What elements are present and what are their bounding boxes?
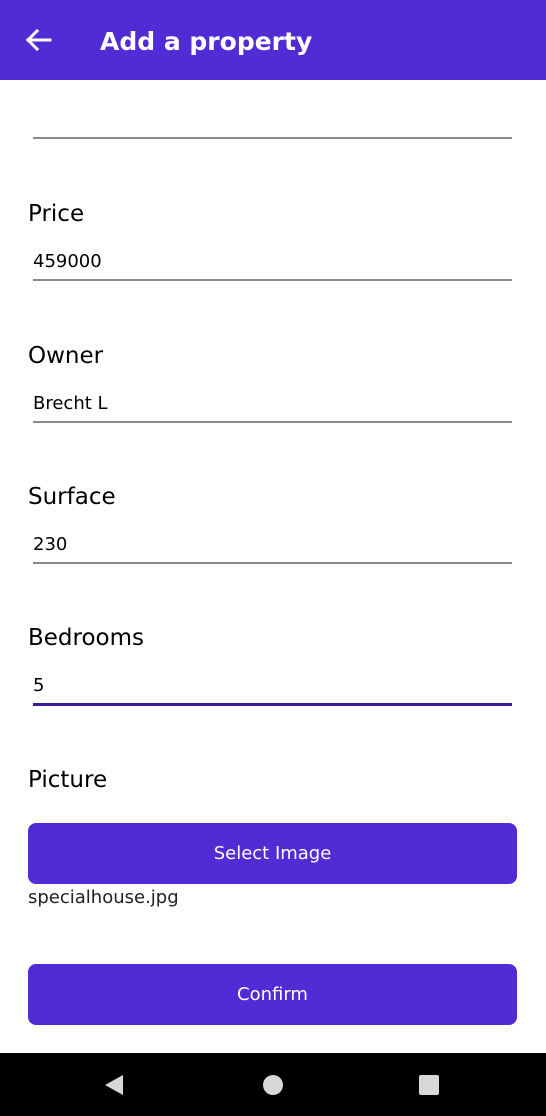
- surface-underline: [33, 562, 512, 564]
- owner-underline: [33, 421, 512, 423]
- nav-back-button[interactable]: [92, 1063, 136, 1107]
- top-field-input[interactable]: [33, 100, 512, 132]
- nav-home-button[interactable]: [251, 1063, 295, 1107]
- picture-label: Picture: [28, 767, 108, 793]
- surface-label: Surface: [28, 484, 116, 510]
- nav-recents-button[interactable]: [407, 1063, 451, 1107]
- selected-filename: specialhouse.jpg: [28, 887, 179, 908]
- bedrooms-input[interactable]: [33, 669, 512, 701]
- square-recents-icon: [419, 1075, 439, 1095]
- back-button[interactable]: [22, 22, 56, 58]
- price-label: Price: [28, 201, 85, 227]
- owner-input[interactable]: [33, 387, 512, 419]
- add-property-screen: Add a property Price Owner Surface Bedro…: [0, 0, 546, 1116]
- system-navigation-bar: [0, 1053, 546, 1116]
- price-underline: [33, 279, 512, 281]
- owner-label: Owner: [28, 343, 104, 369]
- top-field-underline: [33, 137, 512, 139]
- triangle-back-icon: [105, 1075, 123, 1095]
- app-bar: Add a property: [0, 0, 546, 80]
- confirm-button[interactable]: Confirm: [28, 964, 517, 1025]
- circle-home-icon: [263, 1075, 283, 1095]
- price-input[interactable]: [33, 245, 512, 277]
- surface-input[interactable]: [33, 528, 512, 560]
- page-title: Add a property: [100, 27, 313, 56]
- arrow-left-icon: [26, 29, 52, 51]
- bedrooms-label: Bedrooms: [28, 625, 145, 651]
- bedrooms-underline: [33, 703, 512, 706]
- select-image-button[interactable]: Select Image: [28, 823, 517, 884]
